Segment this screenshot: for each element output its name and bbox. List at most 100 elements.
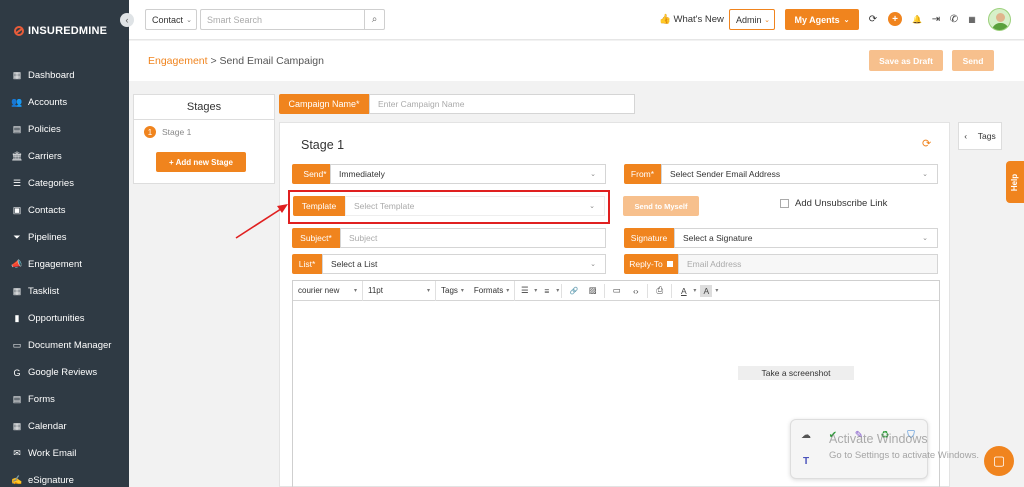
sidebar-item-accounts[interactable]: 👥 Accounts bbox=[0, 89, 129, 116]
subject-input[interactable]: Subject bbox=[340, 228, 606, 248]
sidebar-item-opportunities[interactable]: ▮ Opportunities bbox=[0, 305, 129, 332]
code-icon[interactable]: ‹› bbox=[626, 281, 645, 301]
logo[interactable]: INSUREDMINE bbox=[0, 0, 129, 62]
smart-search-input[interactable]: Smart Search bbox=[200, 9, 364, 30]
send-select[interactable]: Immediately ⌄ bbox=[330, 164, 606, 184]
contact-type-select[interactable]: Contact ⌄ bbox=[145, 9, 197, 30]
sidebar-item-engagement[interactable]: 📣 Engagement bbox=[0, 251, 129, 278]
sidebar-item-forms[interactable]: ▤ Forms bbox=[0, 386, 129, 413]
whats-new-label: What's New bbox=[673, 14, 724, 25]
plus-icon[interactable]: + bbox=[888, 12, 902, 26]
add-unsubscribe-link-checkbox[interactable]: Add Unsubscribe Link bbox=[780, 198, 887, 209]
toolbar-divider bbox=[561, 283, 563, 298]
stage-item[interactable]: 1 Stage 1 bbox=[134, 120, 274, 144]
sidebar-nav: ▦ Dashboard 👥 Accounts ▤ Policies 🏛 Carriers ☰ Ca… bbox=[0, 62, 129, 487]
signature-label: Signature bbox=[624, 228, 674, 248]
sidebar-item-policies[interactable]: ▤ Policies bbox=[0, 116, 129, 143]
phone-icon[interactable]: ✆ bbox=[947, 12, 961, 26]
image-icon[interactable]: ▨ bbox=[583, 281, 602, 301]
sidebar-item-carriers[interactable]: 🏛 Carriers bbox=[0, 143, 129, 170]
search-button[interactable]: ⌕ bbox=[364, 9, 385, 30]
send-to-myself-button[interactable]: Send to Myself bbox=[623, 196, 699, 216]
checkbox-icon bbox=[780, 199, 789, 208]
signature-select[interactable]: Select a Signature ⌄ bbox=[674, 228, 938, 248]
sidebar-item-label: Contacts bbox=[28, 205, 66, 216]
bullet-list-icon[interactable]: ☰ bbox=[515, 281, 534, 301]
from-select-value: Select Sender Email Address bbox=[670, 169, 781, 179]
sidebar-item-contacts[interactable]: ▣ Contacts bbox=[0, 197, 129, 224]
whats-new-link[interactable]: 👍 What's New bbox=[659, 14, 724, 25]
send-button[interactable]: Send bbox=[952, 50, 994, 71]
link-icon[interactable]: 🔗 bbox=[564, 281, 583, 301]
sidebar-item-tasklist[interactable]: ▦ Tasklist bbox=[0, 278, 129, 305]
from-select[interactable]: Select Sender Email Address ⌄ bbox=[661, 164, 938, 184]
chevron-down-icon: ⌄ bbox=[590, 261, 596, 268]
save-as-draft-button[interactable]: Save as Draft bbox=[869, 50, 943, 71]
template-select-placeholder: Select Template bbox=[354, 201, 415, 211]
chevron-down-icon[interactable]: ▾ bbox=[715, 287, 718, 294]
sidebar-item-google-reviews[interactable]: G Google Reviews bbox=[0, 359, 129, 386]
sidebar-item-label: Policies bbox=[28, 124, 61, 135]
campaign-name-input[interactable]: Enter Campaign Name bbox=[369, 94, 635, 114]
add-unsubscribe-label: Add Unsubscribe Link bbox=[795, 198, 888, 209]
reply-to-input[interactable]: Email Address bbox=[678, 254, 938, 274]
sync-icon[interactable]: ⟳ bbox=[866, 12, 880, 26]
dashboard-icon: ▦ bbox=[12, 70, 22, 80]
sidebar-item-label: Tasklist bbox=[28, 286, 60, 297]
sidebar-item-categories[interactable]: ☰ Categories bbox=[0, 170, 129, 197]
chevron-down-icon[interactable]: ▾ bbox=[556, 287, 559, 294]
sidebar-item-document-manager[interactable]: ▭ Document Manager bbox=[0, 332, 129, 359]
font-family-select[interactable]: courier new ▾ bbox=[293, 280, 363, 301]
numbered-list-icon[interactable]: ≡ bbox=[537, 281, 556, 301]
admin-select[interactable]: Admin ⌄ bbox=[729, 9, 775, 30]
sidebar-item-dashboard[interactable]: ▦ Dashboard bbox=[0, 62, 129, 89]
bell-icon[interactable]: 🔔 bbox=[910, 12, 924, 26]
add-new-stage-button[interactable]: + Add new Stage bbox=[156, 152, 246, 172]
chat-icon: ▢ bbox=[992, 453, 1006, 468]
subject-label: Subject* bbox=[292, 228, 340, 248]
teams-icon[interactable]: T bbox=[800, 455, 812, 467]
stage-number-badge: 1 bbox=[144, 126, 156, 138]
text-color-icon[interactable]: A bbox=[674, 281, 693, 301]
sidebar-collapse-button[interactable]: ‹ bbox=[120, 13, 134, 27]
work-email-icon: ✉ bbox=[13, 448, 21, 458]
chevron-down-icon: ▾ bbox=[426, 288, 430, 294]
sidebar-item-pipelines[interactable]: ⏷ Pipelines bbox=[0, 224, 129, 251]
policies-icon: ▤ bbox=[12, 124, 22, 134]
chevron-down-icon: ▾ bbox=[460, 288, 464, 294]
background-color-icon[interactable]: A bbox=[700, 284, 713, 297]
my-agents-button[interactable]: My Agents ⌄ bbox=[785, 9, 859, 30]
logout-icon[interactable]: ⇥ bbox=[929, 12, 943, 26]
activate-windows-subtitle: Go to Settings to activate Windows. bbox=[829, 450, 979, 461]
tags-side-tab[interactable]: ‹ Tags bbox=[958, 122, 1002, 150]
avatar-body bbox=[992, 23, 1009, 30]
sidebar-item-calendar[interactable]: ▦ Calendar bbox=[0, 413, 129, 440]
media-icon[interactable]: ▭ bbox=[607, 281, 626, 301]
help-side-tab[interactable]: Help bbox=[1006, 161, 1024, 203]
chevron-down-icon[interactable]: ▾ bbox=[693, 287, 696, 294]
font-size-select[interactable]: 11pt ▾ bbox=[363, 280, 436, 301]
calculator-icon[interactable]: ▦ bbox=[965, 12, 979, 26]
tags-menu[interactable]: Tags ▾ bbox=[436, 281, 469, 301]
template-select[interactable]: Select Template ⌄ bbox=[345, 196, 605, 216]
breadcrumb-engagement-link[interactable]: Engagement bbox=[148, 55, 208, 67]
search-icon: ⌕ bbox=[371, 14, 378, 25]
sidebar-item-work-email[interactable]: ✉ Work Email bbox=[0, 440, 129, 467]
refresh-icon[interactable]: ⟳ bbox=[922, 137, 931, 150]
from-label: From* bbox=[624, 164, 661, 184]
formats-menu[interactable]: Formats ▾ bbox=[469, 280, 516, 301]
list-select[interactable]: Select a List ⌄ bbox=[322, 254, 606, 274]
signature-select-value: Select a Signature bbox=[683, 233, 753, 243]
accounts-icon: 👥 bbox=[11, 97, 23, 107]
template-label: Template bbox=[293, 196, 345, 216]
sidebar-item-esignature[interactable]: ✍ eSignature bbox=[0, 467, 129, 487]
chevron-down-icon: ▾ bbox=[506, 288, 510, 294]
sidebar-item-label: Document Manager bbox=[28, 340, 112, 351]
reply-to-label-text: Reply-To bbox=[629, 259, 663, 269]
cloud-icon[interactable]: ☁ bbox=[800, 429, 812, 441]
reply-to-checkbox[interactable] bbox=[666, 261, 673, 267]
print-icon[interactable]: ⎙ bbox=[650, 281, 669, 301]
toolbar-divider bbox=[604, 283, 606, 298]
avatar[interactable] bbox=[988, 8, 1011, 31]
chat-button[interactable]: ▢ bbox=[984, 446, 1014, 476]
